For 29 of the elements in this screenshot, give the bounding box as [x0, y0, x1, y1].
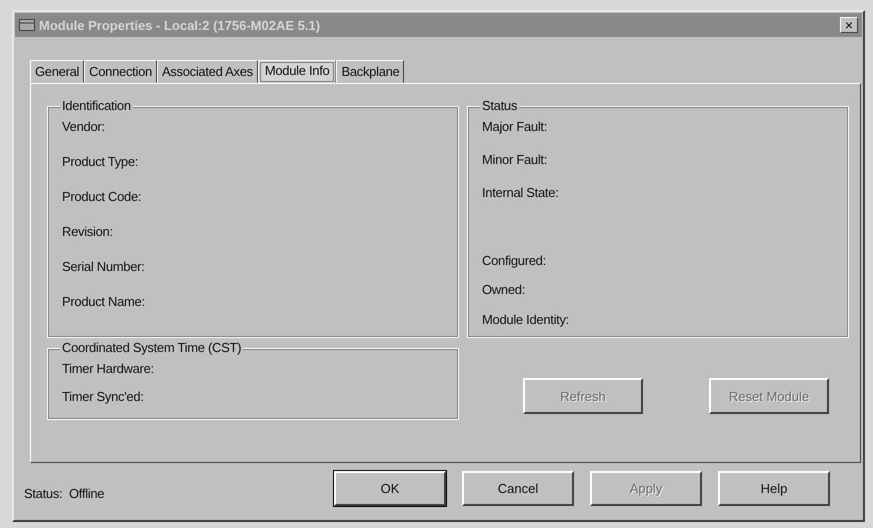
dialog-button[interactable]: OK: [334, 471, 446, 506]
field-label: Module Identity:: [482, 310, 570, 329]
tab[interactable]: Module Info: [258, 60, 336, 84]
field-label: Product Type:: [62, 153, 140, 171]
field-label: Product Code:: [62, 188, 142, 206]
field-label: Timer Sync'ed:: [62, 388, 145, 406]
field-label: Major Fault:: [482, 118, 548, 136]
tab[interactable]: General: [30, 60, 84, 83]
field-label: Owned:: [482, 281, 526, 300]
field-label: Timer Hardware:: [62, 360, 155, 378]
field-label: Product Name:: [62, 293, 146, 311]
tab[interactable]: Associated Axes: [156, 60, 258, 83]
status-text: Status: Offline: [24, 485, 106, 501]
window-icon: [19, 19, 35, 31]
tab[interactable]: Connection: [84, 60, 157, 83]
field-label: Serial Number:: [62, 258, 146, 276]
tab[interactable]: Backplane: [336, 60, 404, 83]
window-title: Module Properties - Local:2 (1756-M02AE 5.1): [39, 18, 322, 32]
close-button[interactable]: ×: [840, 17, 858, 33]
group-title: Coordinated System Time (CST): [60, 340, 244, 355]
field-label: Vendor:: [62, 118, 106, 136]
dialog-button[interactable]: Help: [718, 471, 830, 506]
field-label: Configured:: [482, 252, 547, 270]
group-title: Status: [480, 98, 520, 113]
group-title: Identification: [60, 98, 133, 113]
field-label: Revision:: [62, 223, 114, 241]
dialog-button[interactable]: Cancel: [462, 471, 574, 506]
field-label: Minor Fault:: [482, 151, 548, 170]
field-label: Internal State:: [482, 184, 560, 202]
